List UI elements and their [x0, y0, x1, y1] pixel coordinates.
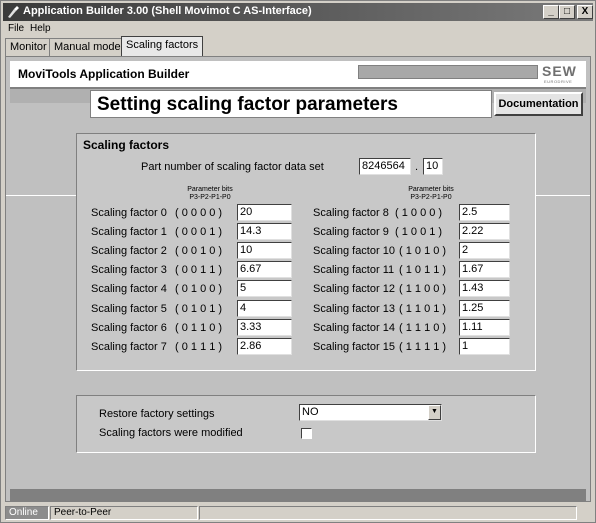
window-title: Application Builder 3.00 (Shell Movimot … [23, 5, 312, 17]
restore-panel: Restore factory settings NO ▼ Scaling fa… [76, 395, 536, 453]
scaling-factor-11-input[interactable]: 1.67 [459, 261, 510, 278]
bits-label: ( 1 0 0 0 ) [395, 207, 443, 219]
scaling-factor-label: Scaling factor 2 [91, 245, 167, 257]
scaling-factor-label: Scaling factor 7 [91, 341, 167, 353]
restore-factory-value: NO [302, 406, 319, 418]
scaling-factor-1-input[interactable]: 14.3 [237, 223, 292, 240]
bits-label: ( 0 1 0 0 ) [175, 283, 223, 295]
bits-header-left: Parameter bits P3-P2-P1-P0 [187, 186, 233, 201]
page-title-box: Setting scaling factor parameters [90, 90, 492, 118]
scaling-factor-label: Scaling factor 11 [313, 264, 395, 276]
scaling-factor-label: Scaling factor 8 [313, 207, 389, 219]
bits-header-right: Parameter bits P3-P2-P1-P0 [408, 186, 454, 201]
scaling-factor-5-input[interactable]: 4 [237, 300, 292, 317]
scaling-factor-label: Scaling factor 13 [313, 303, 395, 315]
scaling-factor-label: Scaling factor 4 [91, 283, 167, 295]
bits-label: ( 1 0 1 0 ) [399, 245, 447, 257]
scaling-factor-label: Scaling factor 10 [313, 245, 395, 257]
scaling-factor-6-input[interactable]: 3.33 [237, 319, 292, 336]
brand-label: MoviTools Application Builder [18, 67, 190, 81]
menu-bar: File Help [3, 21, 593, 37]
status-bar: Online Peer-to-Peer [3, 505, 593, 521]
title-bar: Application Builder 3.00 (Shell Movimot … [3, 3, 593, 21]
scaling-factor-2-input[interactable]: 10 [237, 242, 292, 259]
scaling-factor-7-input[interactable]: 2.86 [237, 338, 292, 355]
tab-manual-mode[interactable]: Manual mode [49, 38, 126, 56]
scaling-factor-label: Scaling factor 12 [313, 283, 395, 295]
status-empty [199, 506, 577, 520]
bits-label: ( 1 1 0 1 ) [399, 303, 447, 315]
bits-label: ( 0 0 0 1 ) [175, 226, 223, 238]
part-number-separator: . [415, 161, 419, 173]
scaling-factor-8-input[interactable]: 2.5 [459, 204, 510, 221]
bits-label: ( 1 1 1 0 ) [399, 322, 447, 334]
maximize-button[interactable]: □ [559, 5, 575, 19]
divider [6, 195, 76, 196]
scaling-factor-label: Scaling factor 0 [91, 207, 167, 219]
bits-label: ( 1 1 0 0 ) [399, 283, 447, 295]
content-area: MoviTools Application Builder SEW EURODR… [5, 56, 591, 502]
restore-factory-select[interactable]: NO ▼ [299, 404, 442, 421]
bits-label: ( 0 0 1 0 ) [175, 245, 223, 257]
menu-file[interactable]: File [8, 23, 24, 34]
sew-logo: SEW EURODRIVE [542, 63, 577, 84]
status-mode: Peer-to-Peer [50, 506, 198, 520]
bits-label: ( 0 1 1 0 ) [175, 322, 223, 334]
bits-label: ( 0 0 0 0 ) [175, 207, 223, 219]
scaling-factor-13-input[interactable]: 1.25 [459, 300, 510, 317]
minimize-button[interactable]: _ [543, 5, 559, 19]
close-button[interactable]: X [577, 5, 593, 19]
scaling-factor-label: Scaling factor 9 [313, 226, 389, 238]
bits-label: ( 1 1 1 1 ) [399, 341, 447, 353]
bits-label: ( 1 0 1 1 ) [399, 264, 447, 276]
status-online: Online [5, 506, 49, 520]
header-bar: MoviTools Application Builder SEW EURODR… [10, 61, 586, 89]
tab-monitor[interactable]: Monitor [5, 38, 52, 56]
scaling-factor-14-input[interactable]: 1.11 [459, 319, 510, 336]
scaling-factor-12-input[interactable]: 1.43 [459, 280, 510, 297]
bits-label: ( 1 0 0 1 ) [395, 226, 443, 238]
documentation-button[interactable]: Documentation [494, 92, 583, 116]
app-icon [8, 6, 19, 18]
scaling-factor-label: Scaling factor 3 [91, 264, 167, 276]
scaling-factor-label: Scaling factor 6 [91, 322, 167, 334]
bits-label: ( 0 1 0 1 ) [175, 303, 223, 315]
scaling-factor-3-input[interactable]: 6.67 [237, 261, 292, 278]
scaling-factor-label: Scaling factor 1 [91, 226, 167, 238]
part-number-field[interactable]: 8246564 [359, 158, 411, 175]
scaling-factor-label: Scaling factor 15 [313, 341, 395, 353]
part-number-label: Part number of scaling factor data set [141, 161, 324, 173]
restore-factory-label: Restore factory settings [99, 408, 215, 420]
scaling-factor-9-input[interactable]: 2.22 [459, 223, 510, 240]
bits-label: ( 0 1 1 1 ) [175, 341, 223, 353]
footer-band [10, 489, 586, 501]
header-strip [358, 65, 538, 79]
bits-label: ( 0 0 1 1 ) [175, 264, 223, 276]
section-title: Scaling factors [83, 138, 170, 152]
menu-help[interactable]: Help [30, 23, 51, 34]
dropdown-arrow-icon[interactable]: ▼ [428, 405, 441, 420]
application-window: Application Builder 3.00 (Shell Movimot … [0, 0, 596, 523]
scaling-factor-label: Scaling factor 5 [91, 303, 167, 315]
scaling-factor-0-input[interactable]: 20 [237, 204, 292, 221]
modified-checkbox[interactable] [301, 428, 312, 439]
scaling-factor-15-input[interactable]: 1 [459, 338, 510, 355]
scaling-factors-panel: Scaling factors Part number of scaling f… [76, 133, 536, 371]
scaling-factor-4-input[interactable]: 5 [237, 280, 292, 297]
tab-scaling-factors[interactable]: Scaling factors [121, 36, 204, 56]
part-suffix-field[interactable]: 10 [423, 158, 443, 175]
divider [536, 195, 590, 196]
scaling-factor-10-input[interactable]: 2 [459, 242, 510, 259]
page-title: Setting scaling factor parameters [97, 94, 398, 115]
scaling-factor-label: Scaling factor 14 [313, 322, 395, 334]
modified-label: Scaling factors were modified [99, 427, 243, 439]
